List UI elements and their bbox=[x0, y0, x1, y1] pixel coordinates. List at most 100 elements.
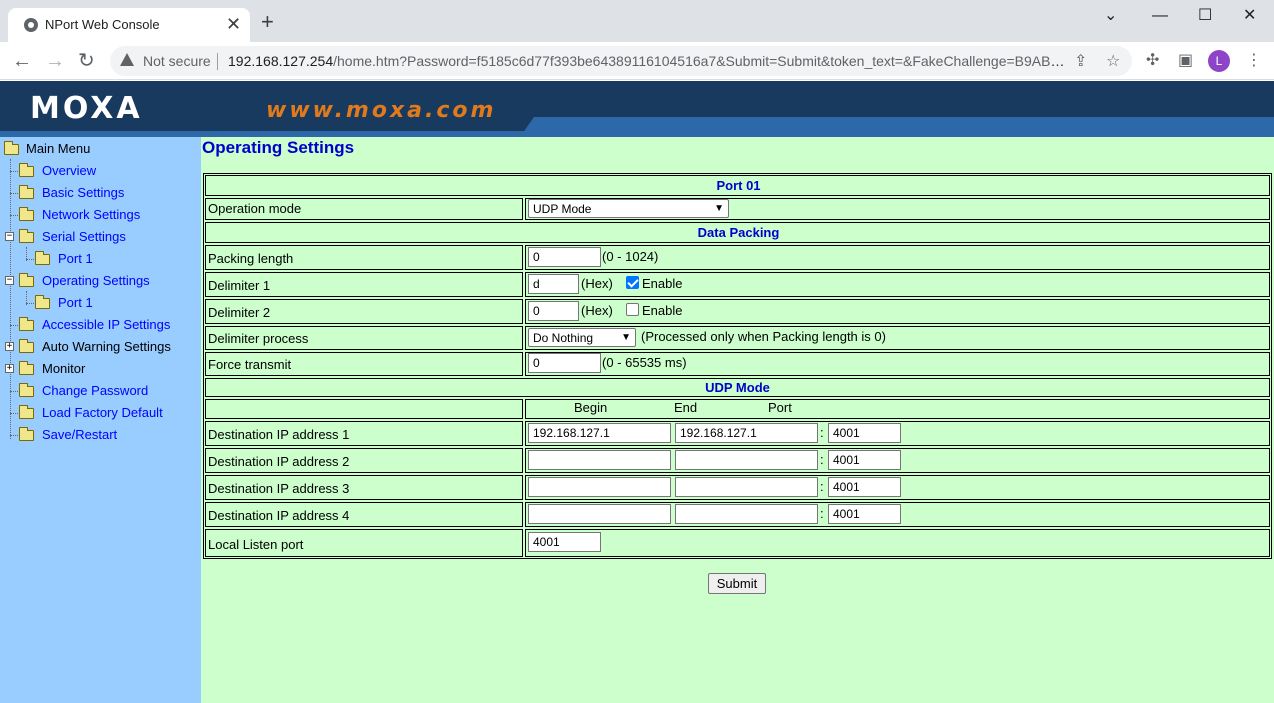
folder-icon bbox=[19, 405, 34, 419]
collapse-icon[interactable]: − bbox=[5, 276, 14, 285]
hex-label: (Hex) bbox=[581, 303, 613, 318]
side-panel-icon[interactable]: ▣ bbox=[1178, 51, 1193, 71]
packing-length-cell: 0 (0 - 1024) bbox=[525, 245, 1270, 270]
destination-ip-4-begin-input[interactable] bbox=[528, 504, 671, 524]
port-column-header: Port bbox=[768, 400, 792, 415]
delimiter-2-input[interactable]: 0 bbox=[528, 301, 579, 321]
destination-ip-3-label: Destination IP address 3 bbox=[205, 475, 523, 500]
folder-icon bbox=[19, 339, 34, 353]
expand-icon[interactable]: + bbox=[5, 342, 14, 351]
expand-icon[interactable]: + bbox=[5, 364, 14, 373]
destination-ip-2-cell: : 4001 bbox=[525, 448, 1270, 473]
packing-length-input[interactable]: 0 bbox=[528, 247, 601, 267]
udp-mode-header: UDP Mode bbox=[205, 378, 1270, 397]
open-folder-icon bbox=[19, 273, 34, 287]
window-close-icon[interactable]: ✕ bbox=[1243, 6, 1256, 26]
collapse-icon[interactable]: − bbox=[5, 232, 14, 241]
delimiter-process-cell: Do Nothing ▼ (Processed only when Packing… bbox=[525, 326, 1270, 350]
tab-search-chevron-icon[interactable]: ⌄ bbox=[1104, 6, 1117, 26]
delimiter-1-input[interactable]: d bbox=[528, 274, 579, 294]
maximize-icon[interactable]: ☐ bbox=[1198, 6, 1212, 26]
page-title: Operating Settings bbox=[202, 138, 355, 157]
local-listen-port-input[interactable]: 4001 bbox=[528, 532, 601, 552]
forward-arrow-icon[interactable]: → bbox=[45, 48, 65, 74]
port-separator: : bbox=[820, 506, 824, 521]
chevron-down-icon: ▼ bbox=[714, 203, 724, 214]
folder-icon bbox=[35, 251, 50, 265]
port-header: Port 01 bbox=[205, 175, 1270, 196]
delimiter-process-label: Delimiter process bbox=[205, 326, 523, 350]
extensions-puzzle-icon[interactable]: ✣ bbox=[1146, 51, 1159, 71]
open-folder-icon bbox=[4, 141, 19, 155]
destination-ip-3-cell: : 4001 bbox=[525, 475, 1270, 500]
force-transmit-range: (0 - 65535 ms) bbox=[602, 355, 687, 370]
folder-icon bbox=[19, 207, 34, 221]
delimiter-1-cell: d (Hex) Enable bbox=[525, 272, 1270, 297]
web-page: MOXA www.moxa.com Main Menu Overview Bas… bbox=[0, 81, 1274, 703]
destination-ip-2-end-input[interactable] bbox=[675, 450, 818, 470]
destination-ip-1-port-input[interactable]: 4001 bbox=[828, 423, 901, 443]
destination-ip-4-port-input[interactable]: 4001 bbox=[828, 504, 901, 524]
folder-icon bbox=[19, 361, 34, 375]
destination-ip-3-port-input[interactable]: 4001 bbox=[828, 477, 901, 497]
hex-label: (Hex) bbox=[581, 276, 613, 291]
main-menu-sidebar: Main Menu Overview Basic Settings Networ… bbox=[0, 137, 201, 703]
destination-ip-3-begin-input[interactable] bbox=[528, 477, 671, 497]
port-separator: : bbox=[820, 452, 824, 467]
back-arrow-icon[interactable]: ← bbox=[12, 48, 32, 74]
destination-ip-1-end-input[interactable]: 192.168.127.1 bbox=[675, 423, 818, 443]
destination-ip-1-begin-input[interactable]: 192.168.127.1 bbox=[528, 423, 671, 443]
browser-toolbar: ← → ↻ Not secure 192.168.127.254/home.ht… bbox=[0, 42, 1274, 80]
destination-ip-2-port-input[interactable]: 4001 bbox=[828, 450, 901, 470]
local-listen-port-label: Local Listen port bbox=[205, 529, 523, 557]
submit-button[interactable]: Submit bbox=[708, 573, 766, 594]
chevron-down-icon: ▼ bbox=[621, 332, 631, 343]
address-bar[interactable]: Not secure 192.168.127.254/home.htm?Pass… bbox=[110, 46, 1132, 76]
main-content: Operating Settings Port 01 Operation mod… bbox=[201, 137, 1274, 703]
udp-columns-header: Begin End Port bbox=[525, 399, 1270, 419]
destination-ip-4-end-input[interactable] bbox=[675, 504, 818, 524]
destination-ip-2-begin-input[interactable] bbox=[528, 450, 671, 470]
delimiter-1-enable-checkbox[interactable] bbox=[626, 276, 639, 289]
url-divider bbox=[217, 53, 218, 70]
destination-ip-2-label: Destination IP address 2 bbox=[205, 448, 523, 473]
data-packing-header: Data Packing bbox=[205, 222, 1270, 243]
packing-length-range: (0 - 1024) bbox=[602, 249, 659, 264]
port-separator: : bbox=[820, 479, 824, 494]
force-transmit-input[interactable]: 0 bbox=[528, 353, 601, 373]
operation-mode-cell: UDP Mode ▼ bbox=[525, 198, 1270, 220]
close-tab-icon[interactable]: ✕ bbox=[226, 14, 241, 34]
browser-tab[interactable]: NPort Web Console ✕ bbox=[8, 8, 250, 42]
delimiter-2-cell: 0 (Hex) Enable bbox=[525, 299, 1270, 324]
tree-line bbox=[10, 159, 11, 439]
operation-mode-label: Operation mode bbox=[205, 198, 523, 220]
destination-ip-1-label: Destination IP address 1 bbox=[205, 421, 523, 446]
reload-icon[interactable]: ↻ bbox=[78, 48, 95, 74]
bookmark-star-icon[interactable]: ☆ bbox=[1106, 51, 1120, 71]
kebab-menu-icon[interactable]: ⋮ bbox=[1246, 51, 1262, 71]
tab-title: NPort Web Console bbox=[45, 17, 160, 32]
moxa-banner: MOXA www.moxa.com bbox=[0, 81, 1274, 137]
profile-avatar[interactable]: L bbox=[1208, 50, 1230, 72]
end-column-header: End bbox=[674, 400, 698, 415]
destination-ip-4-cell: : 4001 bbox=[525, 502, 1270, 527]
destination-ip-4-label: Destination IP address 4 bbox=[205, 502, 523, 527]
new-tab-icon[interactable]: + bbox=[261, 11, 274, 33]
delimiter-2-enable-checkbox[interactable] bbox=[626, 303, 639, 316]
packing-length-label: Packing length bbox=[205, 245, 523, 270]
begin-column-header: Begin bbox=[574, 400, 608, 415]
not-secure-label: Not secure bbox=[143, 53, 211, 69]
operation-mode-select[interactable]: UDP Mode ▼ bbox=[528, 199, 729, 218]
minimize-icon[interactable]: — bbox=[1152, 6, 1168, 26]
delimiter-1-label: Delimiter 1 bbox=[205, 272, 523, 297]
delimiter-process-select[interactable]: Do Nothing ▼ bbox=[528, 328, 636, 347]
share-icon[interactable]: ⇪ bbox=[1074, 51, 1087, 71]
force-transmit-label: Force transmit bbox=[205, 352, 523, 376]
port-separator: : bbox=[820, 425, 824, 440]
destination-ip-3-end-input[interactable] bbox=[675, 477, 818, 497]
destination-ip-1-cell: 192.168.127.1 192.168.127.1 : 4001 bbox=[525, 421, 1270, 446]
url-text[interactable]: 192.168.127.254/home.htm?Password=f5185c… bbox=[228, 53, 1068, 69]
browser-tab-bar: NPort Web Console ✕ + ⌄ — ☐ ✕ bbox=[0, 0, 1274, 42]
enable-label: Enable bbox=[642, 276, 683, 291]
folder-icon bbox=[35, 295, 50, 309]
